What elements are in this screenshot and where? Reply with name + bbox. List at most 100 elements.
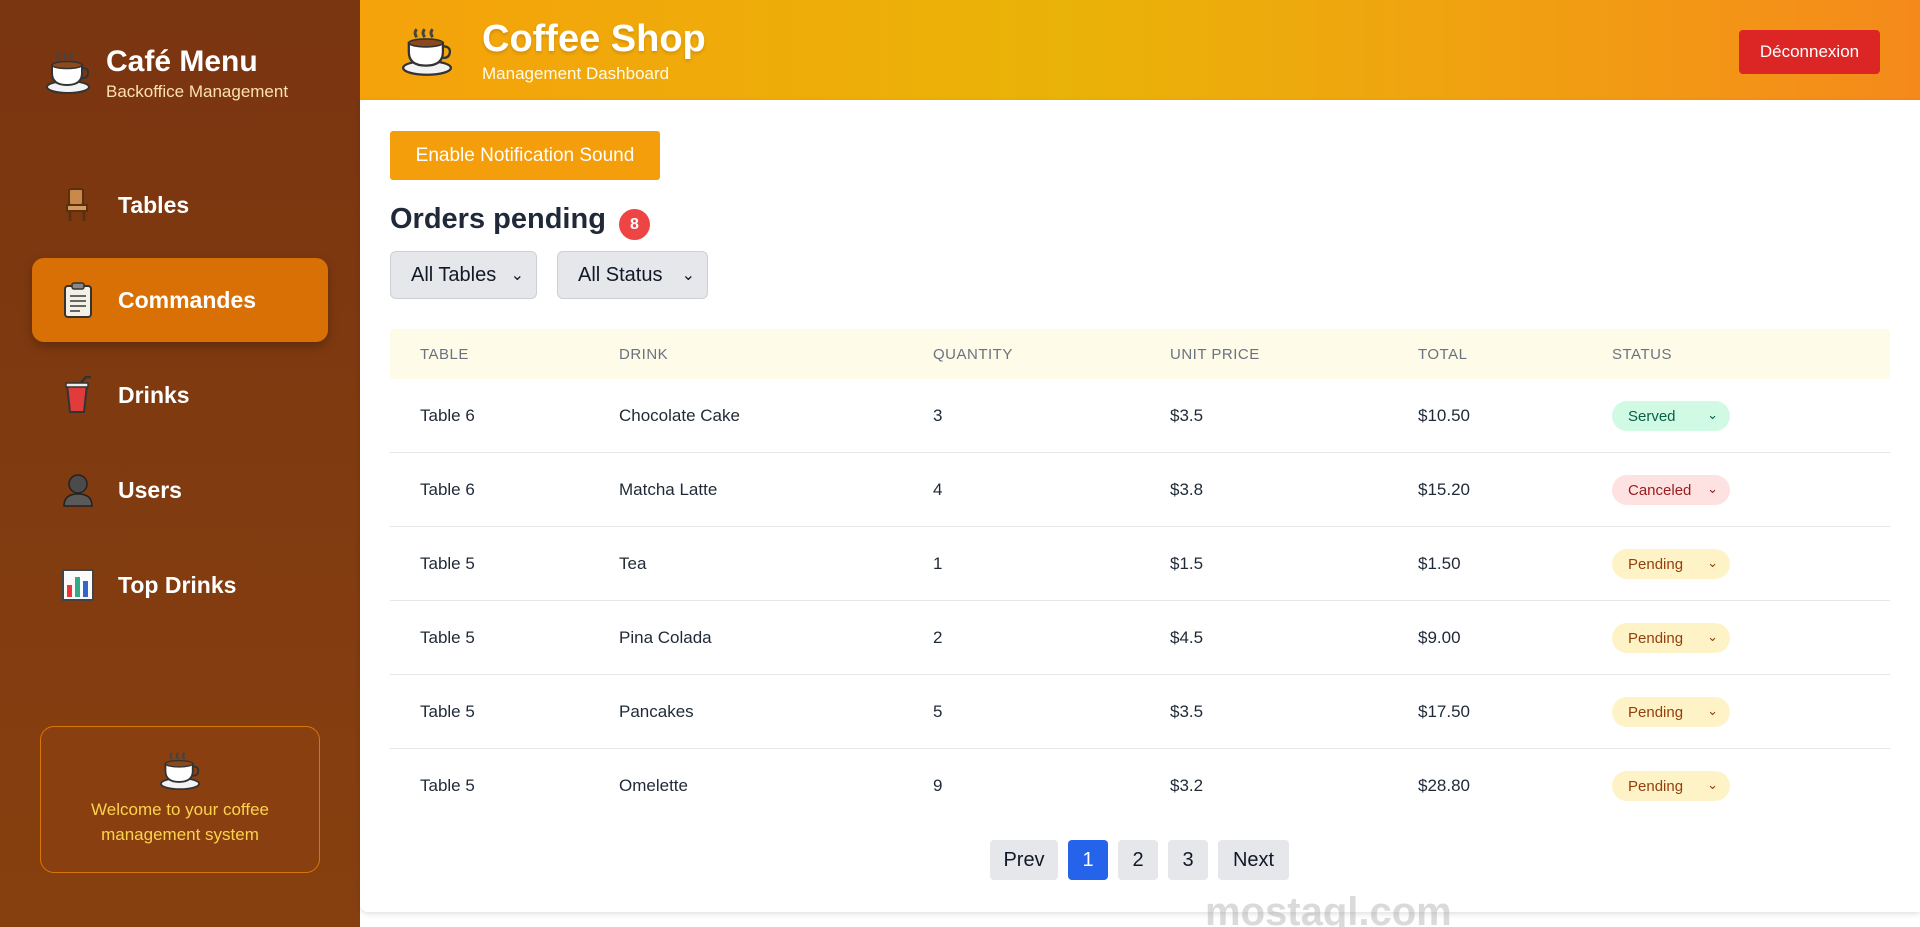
chevron-down-icon: ⌄ bbox=[510, 267, 524, 284]
cell-unit-price: $3.5 bbox=[1170, 405, 1204, 425]
page-button-2[interactable]: 2 bbox=[1118, 840, 1158, 880]
clipboard-icon bbox=[58, 280, 98, 320]
sidebar-item-tables[interactable]: Tables bbox=[32, 163, 328, 247]
cell-quantity: 2 bbox=[933, 627, 943, 647]
cell-total: $10.50 bbox=[1418, 405, 1470, 425]
cell-table: Table 6 bbox=[420, 479, 475, 499]
cell-unit-price: $3.2 bbox=[1170, 776, 1204, 795]
sidebar-item-drinks[interactable]: Drinks bbox=[32, 353, 328, 437]
cell-quantity: 4 bbox=[933, 479, 943, 499]
cell-drink: Chocolate Cake bbox=[619, 405, 740, 425]
status-value: Canceled bbox=[1628, 481, 1692, 499]
table-filter-select[interactable]: All Tables ⌄ bbox=[390, 251, 537, 299]
sidebar-item-label: Users bbox=[118, 476, 182, 503]
table-row: Table 5 Tea 1 $1.5 $1.50 Pending ⌄ bbox=[390, 527, 1890, 601]
orders-table: TABLE DRINK QUANTITY UNIT PRICE TOTAL ST… bbox=[390, 329, 1890, 823]
table-row: Table 5 Pancakes 5 $3.5 $17.50 Pending ⌄ bbox=[390, 675, 1890, 749]
cell-quantity: 9 bbox=[933, 776, 943, 795]
page-title: Coffee Shop bbox=[482, 18, 706, 60]
column-header: TOTAL bbox=[1418, 345, 1468, 363]
column-header: STATUS bbox=[1612, 345, 1672, 363]
orders-count-badge: 8 bbox=[619, 209, 650, 240]
coffee-cup-icon bbox=[400, 27, 456, 77]
cell-table: Table 5 bbox=[420, 776, 475, 795]
sidebar: Café Menu Backoffice Management Tables C… bbox=[0, 0, 360, 927]
main-content: Enable Notification Sound Orders pending… bbox=[360, 100, 1920, 927]
status-select[interactable]: Pending ⌄ bbox=[1612, 623, 1730, 653]
cell-drink: Tea bbox=[619, 553, 647, 573]
page-subtitle: Management Dashboard bbox=[482, 64, 670, 83]
sidebar-item-label: Drinks bbox=[118, 381, 190, 408]
prev-page-button[interactable]: Prev bbox=[990, 840, 1058, 880]
page-button-1[interactable]: 1 bbox=[1068, 840, 1108, 880]
cell-total: $28.80 bbox=[1418, 776, 1470, 795]
cell-drink: Pancakes bbox=[619, 701, 694, 721]
status-select[interactable]: Pending ⌄ bbox=[1612, 771, 1730, 801]
cell-total: $9.00 bbox=[1418, 627, 1461, 647]
table-row: Table 5 Pina Colada 2 $4.5 $9.00 Pending… bbox=[390, 601, 1890, 675]
cell-table: Table 6 bbox=[420, 405, 475, 425]
sidebar-nav: Tables Commandes Drinks Users Top Drinks bbox=[32, 163, 328, 638]
cell-unit-price: $1.5 bbox=[1170, 553, 1204, 573]
user-icon bbox=[58, 470, 98, 510]
column-header: QUANTITY bbox=[933, 345, 1013, 363]
column-header: UNIT PRICE bbox=[1170, 345, 1260, 363]
cell-total: $17.50 bbox=[1418, 701, 1470, 721]
status-filter-value: All Status bbox=[578, 263, 663, 286]
status-value: Pending bbox=[1628, 555, 1684, 573]
table-row: Table 6 Matcha Latte 4 $3.8 $15.20 Cance… bbox=[390, 453, 1890, 527]
brand-title: Café Menu bbox=[106, 45, 258, 78]
page-button-3[interactable]: 3 bbox=[1168, 840, 1208, 880]
cup-straw-icon bbox=[58, 375, 98, 415]
chair-icon bbox=[58, 185, 98, 225]
status-value: Pending bbox=[1628, 629, 1684, 647]
logout-button[interactable]: Déconnexion bbox=[1739, 30, 1880, 74]
brand-subtitle: Backoffice Management bbox=[106, 82, 289, 101]
welcome-text: Welcome to your coffee management system bbox=[91, 800, 269, 844]
header: Coffee Shop Management Dashboard Déconne… bbox=[360, 0, 1920, 100]
status-value: Served bbox=[1628, 407, 1676, 425]
status-select[interactable]: Served ⌄ bbox=[1612, 401, 1730, 431]
cell-unit-price: $3.8 bbox=[1170, 479, 1204, 499]
sidebar-item-label: Commandes bbox=[118, 286, 257, 313]
chevron-down-icon: ⌄ bbox=[1707, 703, 1718, 718]
status-value: Pending bbox=[1628, 777, 1684, 795]
orders-title: Orders pending bbox=[390, 203, 606, 235]
cell-unit-price: $4.5 bbox=[1170, 627, 1204, 647]
table-row: Table 5 Omelette 9 $3.2 $28.80 Pending ⌄ bbox=[390, 749, 1890, 823]
cell-total: $15.20 bbox=[1418, 479, 1470, 499]
table-filter-value: All Tables bbox=[411, 263, 497, 286]
coffee-cup-icon bbox=[157, 751, 203, 791]
sidebar-item-users[interactable]: Users bbox=[32, 448, 328, 532]
next-page-button[interactable]: Next bbox=[1218, 840, 1289, 880]
status-select[interactable]: Pending ⌄ bbox=[1612, 697, 1730, 727]
chevron-down-icon: ⌄ bbox=[1707, 777, 1718, 792]
chevron-down-icon: ⌄ bbox=[1707, 555, 1718, 570]
chevron-down-icon: ⌄ bbox=[1707, 629, 1718, 644]
enable-notification-sound-button[interactable]: Enable Notification Sound bbox=[390, 131, 660, 180]
sidebar-item-label: Top Drinks bbox=[118, 571, 237, 598]
cell-table: Table 5 bbox=[420, 553, 475, 573]
chevron-down-icon: ⌄ bbox=[1707, 407, 1718, 422]
sidebar-item-label: Tables bbox=[118, 191, 190, 218]
cell-drink: Matcha Latte bbox=[619, 479, 718, 499]
cell-total: $1.50 bbox=[1418, 553, 1461, 573]
sidebar-item-commandes[interactable]: Commandes bbox=[32, 258, 328, 342]
table-header: TABLE DRINK QUANTITY UNIT PRICE TOTAL ST… bbox=[390, 329, 1890, 379]
cell-unit-price: $3.5 bbox=[1170, 701, 1204, 721]
cell-drink: Omelette bbox=[619, 776, 688, 795]
table-row: Table 6 Chocolate Cake 3 $3.5 $10.50 Ser… bbox=[390, 379, 1890, 453]
chevron-down-icon: ⌄ bbox=[1707, 481, 1718, 496]
cell-table: Table 5 bbox=[420, 701, 475, 721]
cell-quantity: 3 bbox=[933, 405, 943, 425]
status-select[interactable]: Pending ⌄ bbox=[1612, 549, 1730, 579]
status-select[interactable]: Canceled ⌄ bbox=[1612, 475, 1730, 505]
sidebar-item-top-drinks[interactable]: Top Drinks bbox=[32, 543, 328, 627]
coffee-cup-icon bbox=[44, 49, 92, 97]
cell-drink: Pina Colada bbox=[619, 627, 712, 647]
column-header: DRINK bbox=[619, 345, 669, 363]
bar-chart-icon bbox=[58, 565, 98, 605]
status-filter-select[interactable]: All Status ⌄ bbox=[557, 251, 708, 299]
watermark: mostaql.com bbox=[1205, 890, 1452, 927]
welcome-card: Welcome to your coffee management system bbox=[40, 726, 320, 873]
